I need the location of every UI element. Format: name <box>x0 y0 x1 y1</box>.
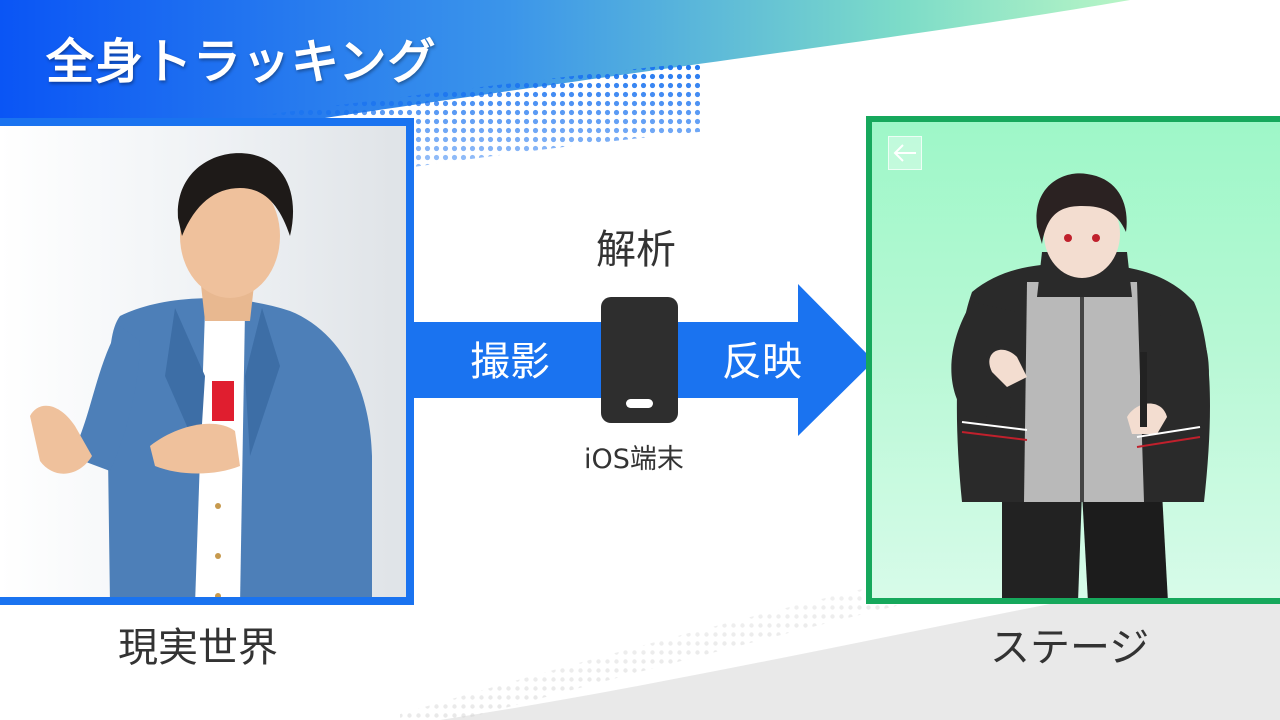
reflect-label: 反映 <box>722 339 802 385</box>
device-label: iOS端末 <box>584 444 684 475</box>
smartphone-icon <box>601 297 678 423</box>
shoot-label: 撮影 <box>470 339 550 385</box>
stage-label: ステージ <box>990 625 1150 671</box>
slide: 全身トラッキング 現実世界 解析 撮影 反映 iOS端末 ステージ <box>0 0 1280 720</box>
slide-title: 全身トラッキング <box>46 34 437 90</box>
person-photo <box>30 153 372 597</box>
real-world-panel <box>0 118 414 605</box>
analysis-label: 解析 <box>596 227 676 273</box>
back-button[interactable] <box>888 136 922 170</box>
avatar-image <box>951 173 1210 598</box>
stage-panel <box>866 116 1280 604</box>
real-world-label: 現実世界 <box>118 625 278 671</box>
arrow-left-icon <box>893 144 916 162</box>
